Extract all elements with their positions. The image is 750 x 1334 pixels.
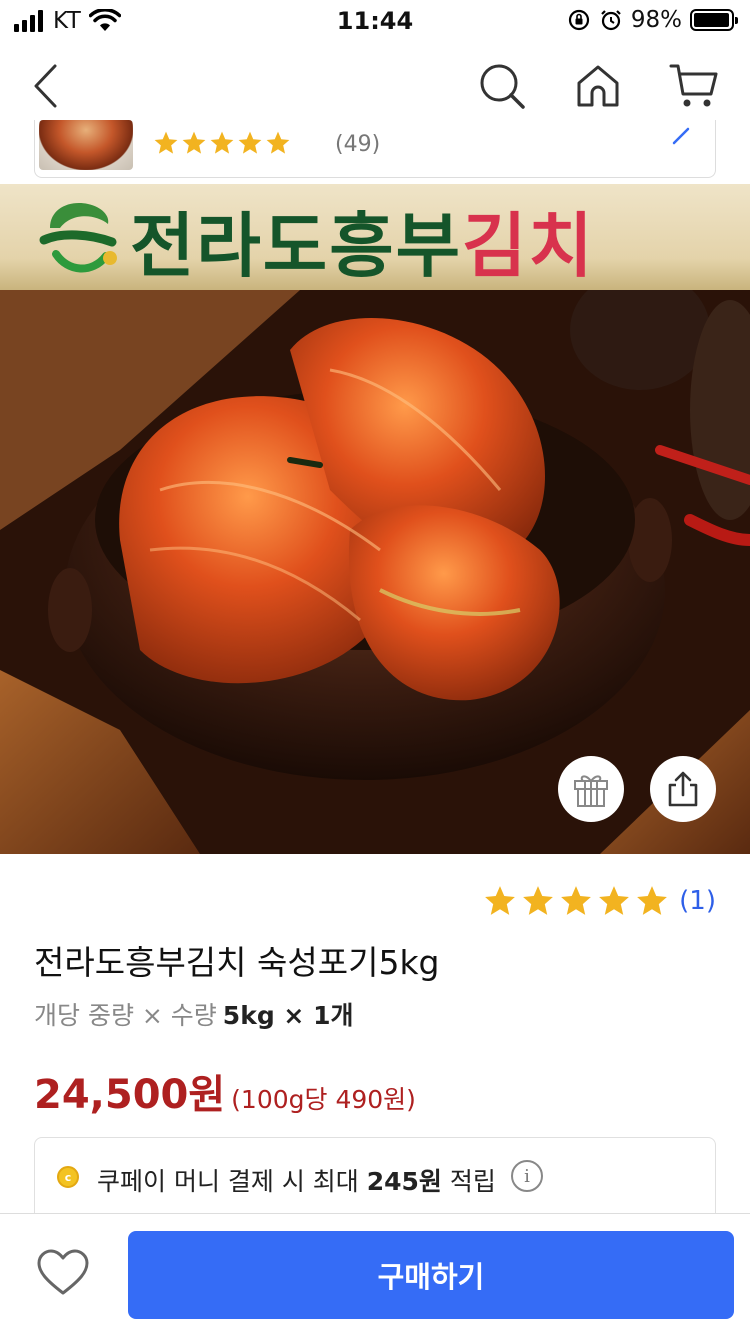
info-icon[interactable]: i: [511, 1160, 543, 1192]
review-count-link[interactable]: (1): [679, 886, 716, 916]
home-button[interactable]: [570, 58, 626, 114]
price-section: 24,500원 (100g당 490원): [34, 1062, 416, 1120]
heart-icon: [37, 1249, 89, 1295]
product-title: 전라도흥부김치 숙성포기5kg: [34, 943, 440, 982]
mini-star-rating: [153, 130, 291, 156]
cart-button[interactable]: [666, 58, 722, 114]
star-icon: [210, 131, 234, 154]
wishlist-button[interactable]: [36, 1248, 90, 1302]
pencil-icon[interactable]: [671, 124, 693, 146]
status-bar: KT 11:44 98%: [0, 0, 750, 40]
gift-icon: [574, 775, 608, 807]
price: 24,500원: [34, 1072, 226, 1118]
brand-banner: 전라도흥부김치: [0, 184, 750, 290]
star-icon: [266, 131, 290, 154]
unit-value: 5kg × 1개: [222, 1001, 354, 1030]
gift-button[interactable]: [558, 756, 624, 822]
star-icon: [523, 886, 554, 915]
rotation-lock-icon: [568, 9, 589, 31]
product-image[interactable]: 전라도흥부김치: [0, 184, 750, 854]
search-icon: [480, 64, 525, 109]
unit-price: (100g당 490원): [231, 1085, 416, 1114]
star-icon: [637, 886, 668, 915]
coin-icon: c: [57, 1166, 79, 1188]
kimchi-photo: [0, 290, 750, 854]
star-icon: [154, 131, 178, 154]
star-icon: [599, 886, 630, 915]
top-nav: [0, 40, 750, 130]
reward-text-before: 쿠페이 머니 결제 시 최대: [97, 1167, 367, 1196]
mini-product-thumbnail: [39, 120, 133, 170]
share-button[interactable]: [650, 756, 716, 822]
product-rating[interactable]: (1): [483, 884, 716, 918]
star-icon: [561, 886, 592, 915]
home-icon: [577, 65, 619, 107]
star-icon: [182, 131, 206, 154]
alarm-icon: [601, 10, 621, 31]
mini-review-count: (49): [335, 132, 381, 157]
star-icon: [238, 131, 262, 154]
brand-logo-icon: [39, 203, 117, 273]
brand-name: 전라도흥부김치: [130, 190, 595, 291]
star-icon: [485, 886, 516, 915]
reward-amount: 245원: [366, 1167, 442, 1196]
reward-text-after: 적립: [441, 1167, 496, 1196]
unit-label: 개당 중량 × 수량: [34, 1001, 217, 1030]
back-button[interactable]: [18, 58, 74, 114]
cart-icon: [669, 64, 718, 107]
reward-text: 쿠페이 머니 결제 시 최대 245원 적립: [97, 1162, 496, 1198]
unit-info: 개당 중량 × 수량 5kg × 1개: [34, 996, 353, 1032]
mini-product-card[interactable]: (49): [34, 120, 716, 178]
brand-name-main: 전라도흥부: [130, 205, 462, 287]
chevron-left-icon: [34, 64, 57, 108]
search-button[interactable]: [474, 58, 530, 114]
brand-name-accent: 김치: [462, 205, 595, 287]
battery-percent: 98%: [630, 7, 682, 33]
bottom-action-bar: 구매하기: [0, 1213, 750, 1334]
buy-button[interactable]: 구매하기: [128, 1231, 734, 1319]
share-icon: [668, 771, 698, 807]
battery-icon: [690, 9, 738, 31]
